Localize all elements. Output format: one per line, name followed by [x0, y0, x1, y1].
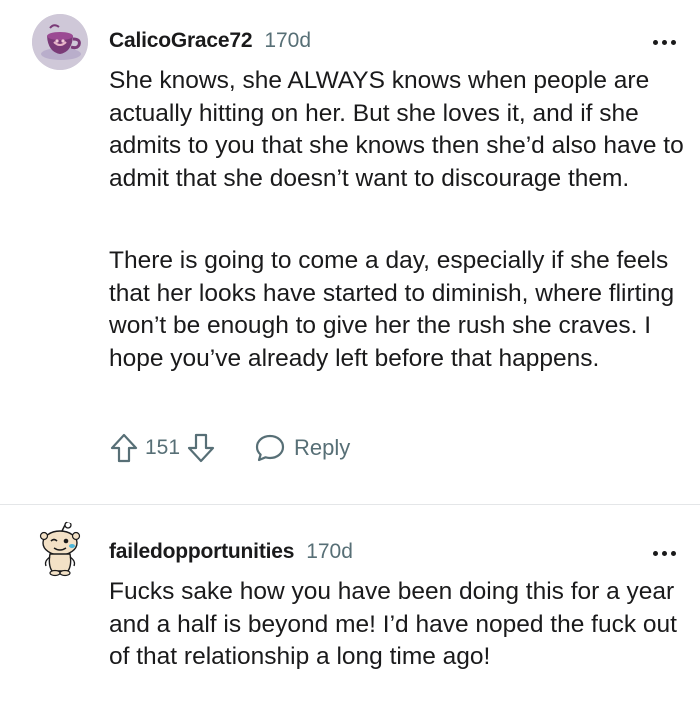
dot — [670, 550, 676, 556]
vote-count: 151 — [145, 436, 181, 459]
teacup-avatar-icon — [32, 14, 88, 70]
comment-paragraph: She knows, she ALWAYS knows when people … — [109, 67, 684, 192]
more-options-button[interactable] — [650, 35, 678, 49]
user-avatar[interactable] — [32, 521, 88, 577]
comment-paragraph: There is going to come a day, especially… — [109, 247, 675, 372]
snoo-avatar-icon — [39, 521, 81, 577]
comment-age: 170d — [306, 540, 353, 563]
comment: failedopportunities 170d Fucks sake how … — [0, 505, 700, 722]
reply-button[interactable]: Reply — [254, 433, 350, 463]
username[interactable]: CalicoGrace72 — [109, 29, 253, 53]
vote-controls: 151 — [109, 432, 216, 464]
dot — [670, 39, 676, 45]
upvote-button[interactable] — [109, 432, 139, 464]
comment: CalicoGrace72 170d She knows, she ALWAYS… — [0, 0, 700, 504]
downvote-button[interactable] — [186, 432, 216, 464]
comment-age: 170d — [264, 29, 312, 52]
username[interactable]: failedopportunities — [109, 540, 294, 564]
speech-bubble-icon — [255, 434, 285, 462]
dot — [661, 39, 667, 45]
comment-meta: CalicoGrace72 170d — [109, 29, 311, 53]
comment-meta: failedopportunities 170d — [109, 540, 353, 564]
dot — [661, 550, 667, 556]
arrow-down-icon — [187, 433, 215, 463]
user-avatar[interactable] — [32, 14, 88, 70]
comment-paragraph: Fucks sake how you have been doing this … — [109, 578, 677, 670]
reply-label: Reply — [294, 435, 351, 460]
arrow-up-icon — [110, 433, 138, 463]
comment-actions: 151 Reply — [109, 430, 350, 466]
dot — [652, 39, 658, 45]
more-options-button[interactable] — [650, 546, 678, 560]
dot — [652, 550, 658, 556]
